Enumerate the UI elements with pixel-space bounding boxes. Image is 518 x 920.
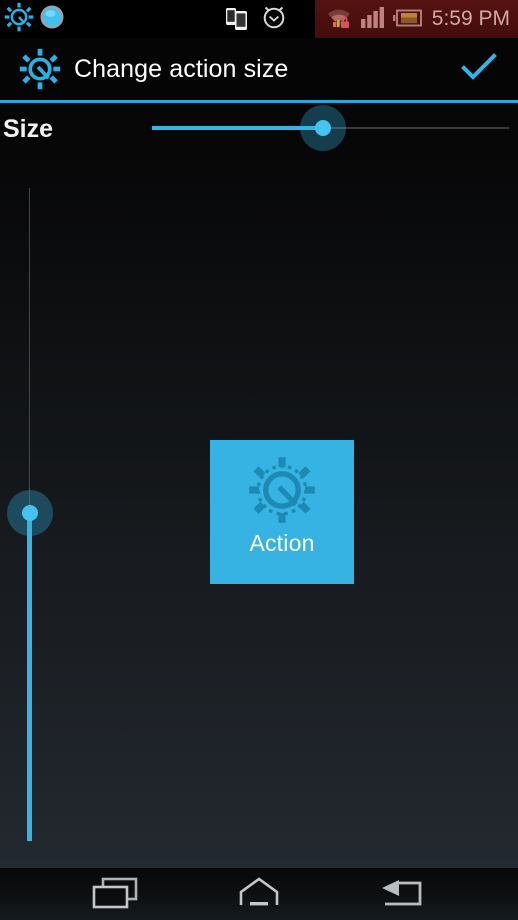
recent-apps-button[interactable] [56, 868, 174, 920]
home-icon [235, 875, 283, 914]
status-bar-clock: 5:59 PM [431, 7, 510, 30]
action-bar: Change action size [0, 38, 518, 100]
gear-action-icon [246, 454, 318, 526]
status-bar: 5:59 PM [0, 0, 518, 38]
slider-track-fill [152, 126, 323, 130]
battery-icon [392, 3, 424, 36]
status-bar-notification-icons [4, 0, 66, 38]
app-gear-notification-icon [4, 2, 34, 37]
alarm-clock-icon [260, 3, 288, 36]
action-tile[interactable]: Action [210, 440, 354, 584]
blue-circle-notification-icon [38, 3, 66, 36]
recent-apps-icon [90, 875, 140, 914]
dual-phone-icon [224, 3, 252, 36]
action-bar-divider [0, 100, 518, 103]
back-icon [376, 875, 428, 914]
size-setting-row: Size [0, 103, 518, 155]
cellular-signal-icon [360, 3, 386, 36]
checkmark-icon [459, 52, 499, 87]
back-button[interactable] [343, 868, 461, 920]
vertical-slider-track-fill [27, 513, 32, 841]
size-slider-horizontal[interactable] [140, 103, 518, 155]
android-screen: 5:59 PM Change action size Size Action [0, 0, 518, 920]
slider-thumb[interactable] [315, 120, 331, 136]
status-bar-system-icons [224, 0, 288, 38]
app-gear-icon [18, 47, 62, 91]
size-label: Size [3, 114, 54, 143]
home-button[interactable] [200, 868, 318, 920]
wifi-secured-icon [324, 3, 354, 36]
action-tile-label: Action [249, 530, 315, 556]
confirm-button[interactable] [450, 49, 508, 89]
preview-canvas: Action [0, 155, 518, 868]
vertical-slider-track-background [29, 188, 30, 518]
navigation-bar [0, 868, 518, 920]
page-title: Change action size [74, 54, 289, 83]
status-bar-connectivity-group: 5:59 PM [314, 0, 518, 38]
size-slider-vertical[interactable] [22, 505, 38, 521]
